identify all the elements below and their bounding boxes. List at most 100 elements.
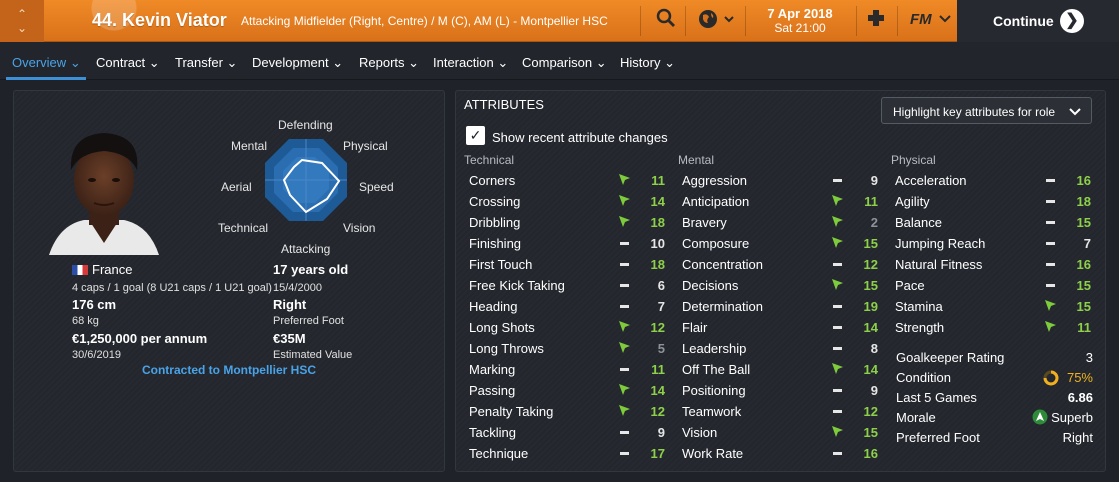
trend-flat-icon [833, 347, 842, 350]
attribute-row[interactable]: Leadership 8 [678, 338, 878, 359]
search-icon[interactable] [656, 8, 676, 34]
attribute-name: Jumping Reach [895, 236, 986, 251]
attribute-row[interactable]: Flair 14 [678, 317, 878, 338]
crest-chevron-icon[interactable]: ⌃ ⌄ [0, 0, 44, 42]
date-time[interactable]: 7 Apr 2018 Sat 21:00 [752, 6, 848, 35]
attribute-value: 15 [863, 425, 878, 440]
attribute-value: 18 [650, 215, 665, 230]
tab-contract[interactable]: Contract ⌄ [96, 55, 160, 71]
attribute-name: Off The Ball [682, 362, 751, 377]
attribute-row[interactable]: Penalty Taking 12 [465, 401, 665, 422]
physical-header: Physical [891, 153, 936, 167]
trend-up-icon [617, 319, 631, 333]
attribute-name: Finishing [469, 236, 522, 251]
attribute-row[interactable]: Technique 17 [465, 443, 665, 464]
attribute-row[interactable]: Finishing 10 [465, 233, 665, 254]
chevron-down-icon: ⌄ [664, 55, 675, 70]
attribute-row[interactable]: Acceleration 16 [891, 170, 1091, 191]
trend-up-icon [1043, 298, 1057, 312]
attribute-row[interactable]: Heading 7 [465, 296, 665, 317]
attribute-row[interactable]: Work Rate 16 [678, 443, 878, 464]
trend-flat-icon [620, 368, 629, 371]
attribute-row[interactable]: Marking 11 [465, 359, 665, 380]
player-position-line: Attacking Midfielder (Right, Centre) / M… [241, 14, 608, 28]
attribute-row[interactable]: Determination 19 [678, 296, 878, 317]
divider [685, 6, 686, 36]
attribute-name: Flair [682, 320, 708, 335]
trend-flat-icon [1046, 179, 1055, 182]
attribute-row[interactable]: Free Kick Taking 6 [465, 275, 665, 296]
attribute-row[interactable]: Composure 15 [678, 233, 878, 254]
nationality: France [72, 262, 132, 277]
attribute-value: 15 [863, 236, 878, 251]
attribute-name: Determination [682, 299, 763, 314]
divider [640, 6, 641, 36]
attribute-row[interactable]: Anticipation 11 [678, 191, 878, 212]
player-name: 44. Kevin Viator [92, 10, 227, 30]
tab-reports[interactable]: Reports ⌄ [359, 55, 419, 71]
age: 17 years old [273, 262, 349, 277]
tab-transfer[interactable]: Transfer ⌄ [175, 55, 237, 71]
top-bar: ⌃ ⌄ 44. Kevin Viator Attacking Midfielder… [0, 0, 1119, 42]
attribute-row[interactable]: Strength 11 [891, 317, 1091, 338]
attribute-row[interactable]: Long Shots 12 [465, 317, 665, 338]
attribute-name: Long Throws [469, 341, 544, 356]
attribute-row[interactable]: Natural Fitness 16 [891, 254, 1091, 275]
attribute-row[interactable]: Tackling 9 [465, 422, 665, 443]
attribute-row[interactable]: Agility 18 [891, 191, 1091, 212]
profile-panel: Defending Physical Speed Vision Attackin… [13, 90, 445, 472]
attributes-panel: ATTRIBUTES Highlight key attributes for … [455, 90, 1106, 472]
highlight-role-dropdown[interactable]: Highlight key attributes for role [881, 97, 1092, 124]
attribute-row[interactable]: Pace 15 [891, 275, 1091, 296]
chevron-down-icon: ⌄ [332, 55, 344, 70]
attribute-value: 11 [1077, 320, 1091, 335]
tab-comparison[interactable]: Comparison ⌄ [522, 55, 607, 71]
plus-icon[interactable] [866, 8, 886, 34]
attribute-value: 7 [657, 299, 665, 314]
globe-icon[interactable] [698, 8, 736, 36]
tab-interaction[interactable]: Interaction ⌄ [433, 55, 508, 71]
attribute-name: Work Rate [682, 446, 744, 461]
radar-label-mental: Mental [231, 139, 268, 153]
attribute-value: 16 [863, 446, 878, 461]
chevron-down-icon: ⌄ [226, 55, 238, 70]
trend-up-icon [617, 172, 631, 186]
attribute-row[interactable]: Crossing 14 [465, 191, 665, 212]
contracted-to-link[interactable]: Contracted to Montpellier HSC [14, 363, 444, 377]
attribute-row[interactable]: First Touch 18 [465, 254, 665, 275]
continue-button[interactable]: Continue ❯ [957, 0, 1119, 42]
attribute-value: 7 [1083, 236, 1091, 251]
trend-up-icon [830, 235, 844, 249]
tab-development[interactable]: Development ⌄ [252, 55, 343, 71]
trend-flat-icon [833, 263, 842, 266]
date-of-birth: 15/4/2000 [273, 282, 322, 294]
trend-flat-icon [1046, 200, 1055, 203]
attribute-name: Crossing [469, 194, 521, 209]
attribute-name: Bravery [682, 215, 727, 230]
attribute-row[interactable]: Corners 11 [465, 170, 665, 191]
attribute-row[interactable]: Off The Ball 14 [678, 359, 878, 380]
attribute-row[interactable]: Bravery 2 [678, 212, 878, 233]
attribute-row[interactable]: Positioning 9 [678, 380, 878, 401]
attribute-row[interactable]: Jumping Reach 7 [891, 233, 1091, 254]
trend-flat-icon [1046, 221, 1055, 224]
attribute-row[interactable]: Passing 14 [465, 380, 665, 401]
current-time: Sat 21:00 [774, 21, 826, 35]
attribute-row[interactable]: Teamwork 12 [678, 401, 878, 422]
fm-menu-button[interactable]: FM [910, 11, 952, 28]
attribute-row[interactable]: Balance 15 [891, 212, 1091, 233]
attribute-row[interactable]: Dribbling 18 [465, 212, 665, 233]
attribute-value: 14 [650, 383, 665, 398]
tab-history[interactable]: History ⌄ [620, 55, 675, 71]
morale-value: Superb [1051, 410, 1093, 425]
attribute-row[interactable]: Aggression 9 [678, 170, 878, 191]
attribute-row[interactable]: Concentration 12 [678, 254, 878, 275]
show-changes-checkbox[interactable]: ✓ [466, 126, 485, 145]
attribute-row[interactable]: Decisions 15 [678, 275, 878, 296]
trend-up-icon [830, 214, 844, 228]
attribute-row[interactable]: Long Throws 5 [465, 338, 665, 359]
tab-overview[interactable]: Overview ⌄ [12, 55, 81, 71]
attribute-name: Decisions [682, 278, 739, 293]
attribute-row[interactable]: Stamina 15 [891, 296, 1091, 317]
attribute-row[interactable]: Vision 15 [678, 422, 878, 443]
